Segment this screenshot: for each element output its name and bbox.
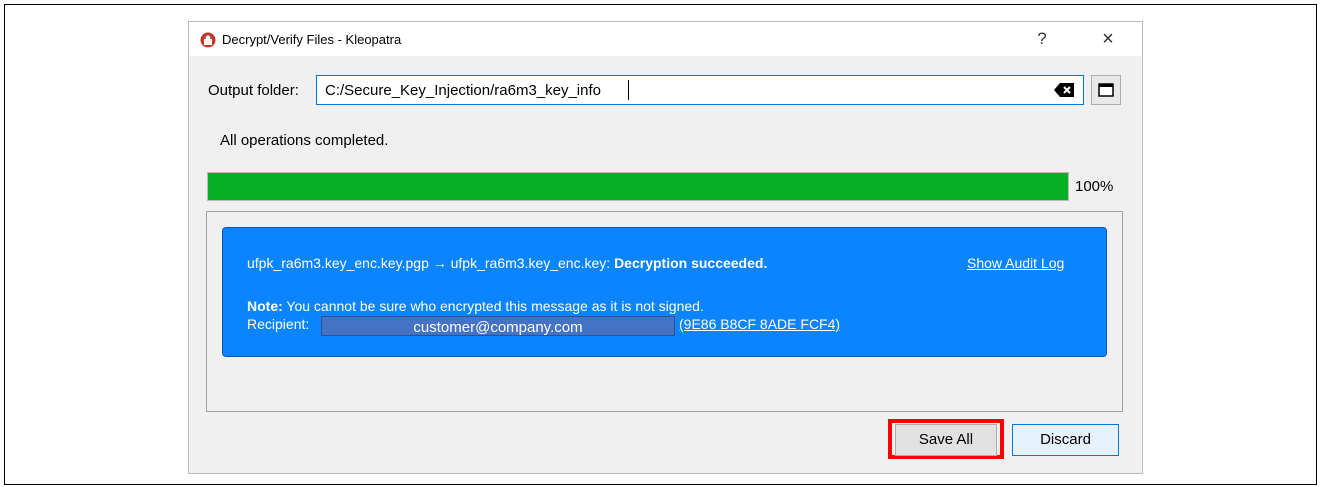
output-folder-label: Output folder:: [208, 82, 299, 99]
discard-button[interactable]: Discard: [1012, 424, 1119, 456]
folder-icon: [1098, 83, 1114, 97]
result-card: ufpk_ra6m3.key_enc.key.pgp → ufpk_ra6m3.…: [222, 227, 1107, 357]
note-label: Note:: [247, 298, 283, 314]
progress-fill: [208, 173, 1068, 200]
progress-percent: 100%: [1075, 178, 1114, 195]
result-status: Decryption succeeded.: [614, 255, 768, 271]
progress-bar: [207, 172, 1069, 201]
recipient-email: customer@company.com: [321, 316, 675, 336]
show-audit-log-link[interactable]: Show Audit Log: [967, 255, 1064, 271]
results-panel: ufpk_ra6m3.key_enc.key.pgp → ufpk_ra6m3.…: [206, 211, 1123, 412]
result-filenames: ufpk_ra6m3.key_enc.key.pgp → ufpk_ra6m3.…: [247, 255, 611, 271]
text-caret: [628, 80, 629, 100]
help-button[interactable]: ?: [1027, 27, 1057, 51]
output-folder-value: C:/Secure_Key_Injection/ra6m3_key_info: [325, 82, 601, 99]
title-bar: Decrypt/Verify Files - Kleopatra ? ×: [189, 22, 1142, 56]
clear-text-icon[interactable]: [1054, 83, 1074, 102]
recipient-keyid-link[interactable]: (9E86 B8CF 8ADE FCF4): [679, 316, 840, 332]
window-title: Decrypt/Verify Files - Kleopatra: [222, 32, 402, 47]
close-button[interactable]: ×: [1093, 27, 1123, 51]
note-line: Note: You cannot be sure who encrypted t…: [247, 298, 704, 314]
output-folder-input[interactable]: C:/Secure_Key_Injection/ra6m3_key_info: [316, 75, 1084, 105]
save-all-button[interactable]: Save All: [895, 424, 997, 456]
browse-folder-button[interactable]: [1091, 75, 1121, 105]
recipient-label: Recipient:: [247, 316, 310, 332]
kleopatra-app-icon: [200, 32, 216, 48]
decrypt-verify-dialog: Decrypt/Verify Files - Kleopatra ? × Out…: [188, 21, 1143, 474]
result-line: ufpk_ra6m3.key_enc.key.pgp → ufpk_ra6m3.…: [247, 255, 767, 271]
note-text: You cannot be sure who encrypted this me…: [282, 298, 704, 314]
status-text: All operations completed.: [220, 132, 389, 149]
